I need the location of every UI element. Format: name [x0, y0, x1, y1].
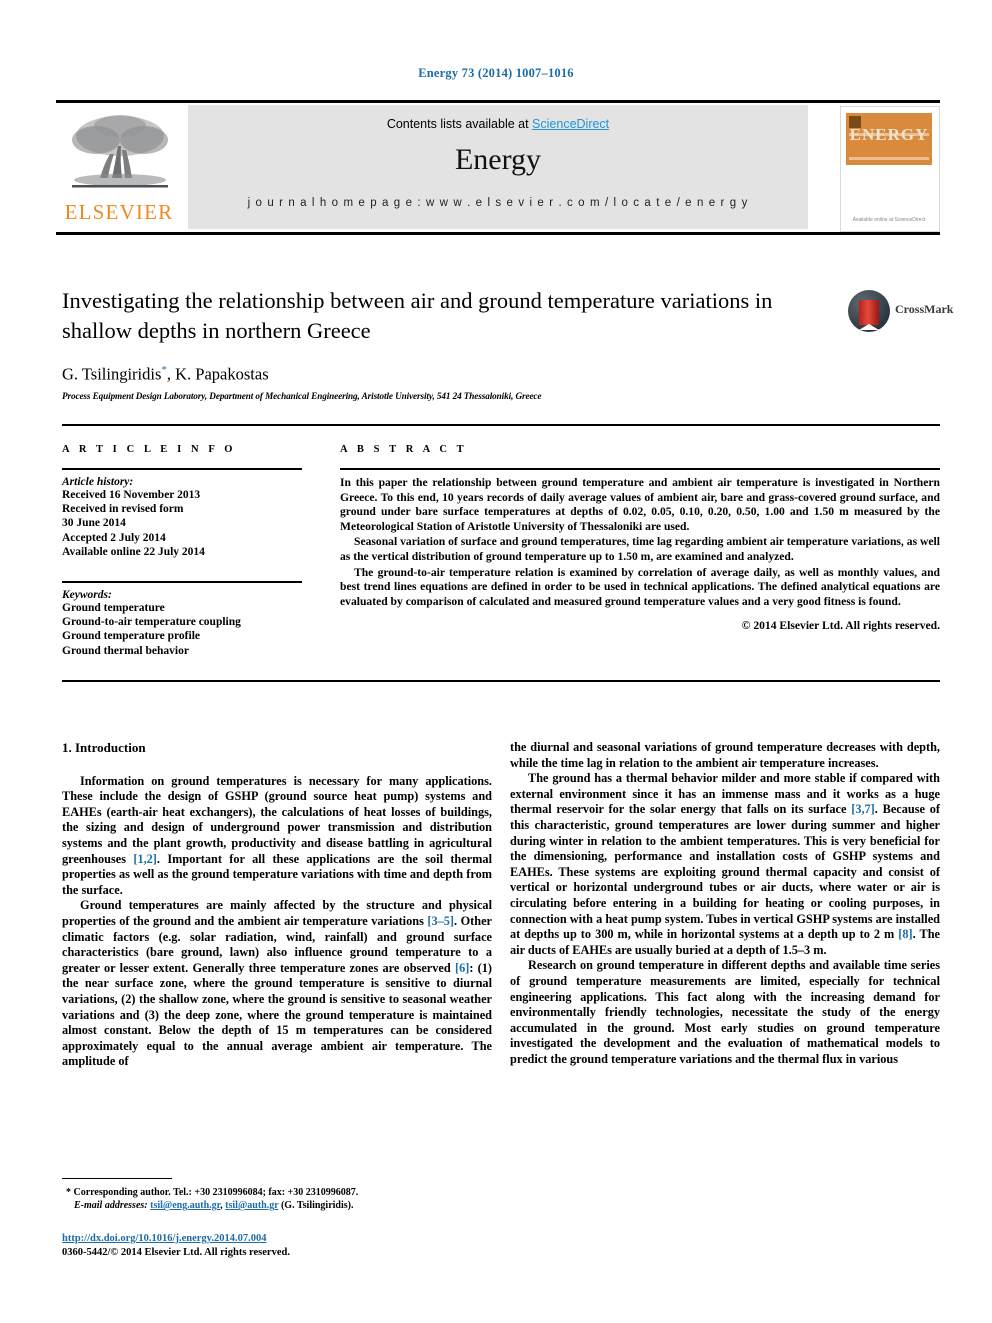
- page-title: Investigating the relationship between a…: [62, 288, 773, 343]
- body-paragraph: Ground temperatures are mainly affected …: [62, 898, 492, 1069]
- title-block: Investigating the relationship between a…: [62, 286, 842, 401]
- journal-title: Energy: [454, 143, 542, 176]
- history-item: Received in revised form: [62, 503, 184, 516]
- crossmark-label: CrossMark: [895, 302, 954, 316]
- crossmark-icon: [848, 290, 890, 332]
- journal-homepage-line[interactable]: j o u r n a l h o m e p a g e : w w w . …: [188, 197, 808, 209]
- abstract-column: A B S T R A C T In this paper the relati…: [340, 444, 940, 632]
- keywords-block: Keywords: Ground temperature Ground-to-a…: [62, 581, 302, 658]
- abstract-top-rule: [62, 424, 940, 426]
- article-history-label: Article history:: [62, 476, 134, 488]
- email-link-primary[interactable]: tsil@eng.auth.gr: [150, 1200, 220, 1211]
- cover-minitext-row: [849, 157, 929, 160]
- elsevier-wordmark: ELSEVIER: [64, 200, 174, 224]
- keyword-item: Ground-to-air temperature coupling: [62, 616, 241, 629]
- inline-reference[interactable]: [6]: [455, 961, 469, 975]
- abstract-rule: [340, 468, 940, 470]
- crossmark-book-icon: [859, 300, 879, 330]
- keyword-item: Ground temperature profile: [62, 630, 200, 643]
- body-paragraph: the diurnal and seasonal variations of g…: [510, 740, 940, 770]
- body-paragraph: The ground has a thermal behavior milder…: [510, 771, 940, 957]
- doi-block: http://dx.doi.org/10.1016/j.energy.2014.…: [62, 1232, 492, 1260]
- journal-cover-thumbnail: ENERGY Available online at ScienceDirect: [840, 106, 940, 232]
- history-item: Received 16 November 2013: [62, 489, 201, 501]
- journal-masthead: ELSEVIER Contents lists available at Sci…: [56, 100, 940, 235]
- cover-wordmark: ENERGY: [849, 125, 929, 144]
- elsevier-logo: ELSEVIER: [56, 108, 182, 228]
- keywords-rule: [62, 581, 302, 584]
- inline-reference[interactable]: [3,7]: [851, 802, 875, 816]
- elsevier-tree-icon: [72, 115, 168, 188]
- author-primary: G. Tsilingiridis: [62, 364, 162, 384]
- abstract-copyright: © 2014 Elsevier Ltd. All rights reserved…: [741, 619, 940, 633]
- corresponding-author-text: Corresponding author. Tel.: +30 23109960…: [73, 1187, 359, 1198]
- body-column-left: 1. Introduction Information on ground te…: [62, 740, 492, 1070]
- email-owner: (G. Tsilingiridis).: [278, 1200, 354, 1211]
- email-addresses-label: E-mail addresses:: [74, 1200, 148, 1211]
- paper-page: Energy 73 (2014) 1007–1016 ELSEVIER Cont…: [0, 0, 992, 1323]
- crossmark-badge[interactable]: CrossMark: [848, 288, 953, 334]
- abstract-paragraph: Seasonal variation of surface and ground…: [340, 535, 940, 563]
- journal-panel: Contents lists available at ScienceDirec…: [188, 105, 808, 229]
- section-heading-introduction: 1. Introduction: [62, 740, 146, 755]
- article-info-rule: [62, 468, 302, 470]
- masthead-bottom-rule: [56, 232, 940, 235]
- history-item: Available online 22 July 2014: [62, 545, 205, 558]
- body-paragraph: Information on ground temperatures is ne…: [62, 773, 492, 897]
- abstract-paragraph: The ground-to-air temperature relation i…: [340, 565, 940, 608]
- keywords-label: Keywords:: [62, 589, 112, 602]
- contents-available-line: Contents lists available at ScienceDirec…: [188, 117, 808, 131]
- body-paragraph: Research on ground temperature in differ…: [510, 958, 940, 1066]
- masthead-top-rule: [56, 100, 940, 103]
- keyword-item: Ground thermal behavior: [62, 644, 189, 657]
- corresponding-author-note: * Corresponding author. Tel.: +30 231099…: [62, 1186, 492, 1199]
- running-head: Energy 73 (2014) 1007–1016: [418, 66, 574, 80]
- footnote-block: * Corresponding author. Tel.: +30 231099…: [62, 1178, 492, 1212]
- history-item: 30 June 2014: [62, 517, 126, 530]
- issn-copyright-line: 0360-5442/© 2014 Elsevier Ltd. All right…: [62, 1247, 290, 1258]
- author-secondary: , K. Papakostas: [166, 364, 269, 384]
- body-column-right: the diurnal and seasonal variations of g…: [510, 740, 940, 1067]
- history-item: Accepted 2 July 2014: [62, 531, 166, 544]
- sciencedirect-link[interactable]: ScienceDirect: [532, 117, 609, 131]
- author-list: G. Tsilingiridis*, K. Papakostas: [62, 364, 842, 385]
- keyword-item: Ground temperature: [62, 602, 165, 615]
- inline-reference[interactable]: [1,2]: [133, 852, 157, 866]
- footnote-rule: [62, 1178, 172, 1179]
- abstract-bottom-rule: [62, 680, 940, 682]
- article-info-heading: A R T I C L E I N F O: [62, 444, 237, 455]
- email-note: E-mail addresses: tsil@eng.auth.gr, tsil…: [62, 1199, 492, 1212]
- doi-link[interactable]: http://dx.doi.org/10.1016/j.energy.2014.…: [62, 1233, 266, 1244]
- inline-reference[interactable]: [8]: [898, 927, 912, 941]
- inline-reference[interactable]: [3–5]: [427, 914, 454, 928]
- affiliation: Process Equipment Design Laboratory, Dep…: [62, 390, 542, 401]
- cover-caption: Available online at ScienceDirect: [852, 217, 926, 223]
- abstract-paragraph: In this paper the relationship between g…: [340, 476, 940, 533]
- article-info-column: A R T I C L E I N F O Article history: R…: [62, 444, 302, 658]
- footnote-marker: *: [66, 1187, 71, 1198]
- contents-prefix: Contents lists available at: [386, 117, 533, 131]
- abstract-heading: A B S T R A C T: [340, 444, 468, 455]
- email-link-secondary[interactable]: tsil@auth.gr: [225, 1200, 278, 1211]
